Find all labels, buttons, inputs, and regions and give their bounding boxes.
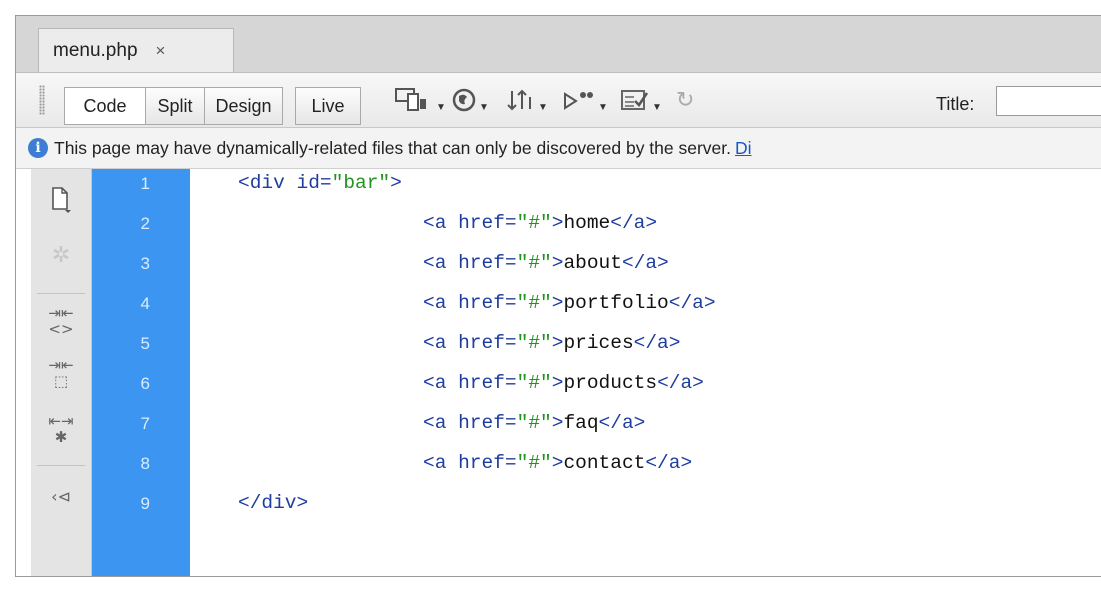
tag-close: > [390,172,402,194]
refresh-icon[interactable]: ↻ [676,85,694,115]
tag-open: <a href= [423,212,517,234]
info-icon: i [28,138,48,158]
info-message: This page may have dynamically-related f… [54,137,732,158]
document-toolbar: Code Split Design Live ▼ ▼ ▼ ▼ ▼ ↻ Title… [16,73,1101,128]
code-line[interactable]: <a href="#">about</a> [423,252,669,274]
document-tab-bar: menu.php × [16,16,1101,73]
line-number: 5 [140,334,150,353]
end-tag: </a> [657,372,704,394]
attr-value: "#" [516,252,552,274]
design-view-button[interactable]: Design [204,87,283,125]
tag-open: <a href= [423,372,517,394]
code-line[interactable]: </div> [238,492,308,514]
code-line[interactable]: <a href="#">faq</a> [423,412,645,434]
end-tag: </a> [610,212,658,234]
globe-preview-icon[interactable]: ▼ [451,85,489,115]
line-number: 8 [140,454,150,473]
tag-open: <a href= [423,332,517,354]
code-line[interactable]: <a href="#">products</a> [423,372,704,394]
attr-value: "#" [516,332,552,354]
tag-open: <a href= [423,452,517,474]
attr-value: "bar" [331,172,391,194]
line-number: 6 [140,374,150,393]
attr-value: "#" [516,452,552,474]
expand-all-icon[interactable]: ⇤⇥ ✱ [31,413,91,445]
code-line[interactable]: <div id="bar"> [238,172,402,194]
toolbar-separator [37,465,85,466]
code-line[interactable]: <a href="#">home</a> [423,212,657,234]
collapse-tag-icon[interactable]: ⇥⇤ <> [31,305,91,337]
tag-close: > [551,452,564,474]
collapse-selection-icon[interactable]: ⇥⇤ ⬚ [31,357,91,389]
tag-open: <a href= [423,412,517,434]
document-tab[interactable]: menu.php × [38,28,234,72]
line-number-gutter: 1 2 3 4 5 6 7 8 9 [92,169,190,576]
code-line[interactable]: <a href="#">contact</a> [423,452,692,474]
debug-icon[interactable]: ▼ [562,85,608,115]
close-icon[interactable]: × [156,41,166,61]
settings-icon[interactable]: ✲ [31,243,91,268]
line-number: 3 [140,254,150,273]
discover-link[interactable]: Di [735,138,752,159]
attr-value: "#" [516,212,552,234]
link-text: about [563,252,622,274]
tag-close: > [551,332,564,354]
line-number: 4 [140,294,150,313]
end-tag: </a> [668,292,716,314]
visual-aids-icon[interactable]: ▼ [620,85,662,115]
code-line[interactable]: <a href="#">prices</a> [423,332,680,354]
end-tag: </a> [645,452,693,474]
multiscreen-icon[interactable]: ▼ [394,85,446,115]
title-input[interactable] [996,86,1101,116]
line-number: 1 [140,174,150,193]
line-number: 9 [140,494,150,513]
tag-open: <a href= [423,252,517,274]
tag-close: > [551,412,564,434]
select-parent-icon[interactable]: ‹⊲ [31,487,91,506]
code-view-button[interactable]: Code [64,87,146,125]
tag-open: <a href= [423,292,517,314]
attr-value: "#" [516,292,552,314]
code-editor[interactable]: ✲ ⇥⇤ <> ⇥⇤ ⬚ ⇤⇥ ✱ ‹⊲ 1 2 3 4 5 6 7 8 9 <div… [16,169,1101,576]
end-tag: </a> [598,412,646,434]
tag-open: <div id= [238,172,332,194]
attr-value: "#" [516,372,552,394]
tag-close-div: </div> [238,492,309,514]
line-number: 7 [140,414,150,433]
link-text: portfolio [563,292,669,314]
toolbar-separator [37,293,85,294]
end-tag: </a> [633,332,681,354]
link-text: products [563,372,658,394]
link-text: faq [563,412,599,434]
toolbar-grip[interactable] [39,85,45,115]
editor-window: menu.php × Code Split Design Live ▼ ▼ ▼ … [15,15,1101,577]
line-number: 2 [140,214,150,233]
file-transfer-icon[interactable]: ▼ [506,85,548,115]
title-label: Title: [936,94,975,114]
link-text: contact [563,452,646,474]
open-documents-icon[interactable] [31,185,91,221]
tab-label: menu.php [53,39,138,61]
split-view-button[interactable]: Split [145,87,205,125]
attr-value: "#" [516,412,552,434]
code-line[interactable]: <a href="#">portfolio</a> [423,292,716,314]
link-text: prices [563,332,634,354]
tag-close: > [551,372,564,394]
end-tag: </a> [621,252,669,274]
info-bar: i This page may have dynamically-related… [16,128,1101,169]
coding-toolbar: ✲ ⇥⇤ <> ⇥⇤ ⬚ ⇤⇥ ✱ ‹⊲ [31,169,92,576]
tag-close: > [551,292,564,314]
link-text: home [563,212,611,234]
live-view-button[interactable]: Live [295,87,361,125]
tag-close: > [551,252,564,274]
tag-close: > [551,212,564,234]
